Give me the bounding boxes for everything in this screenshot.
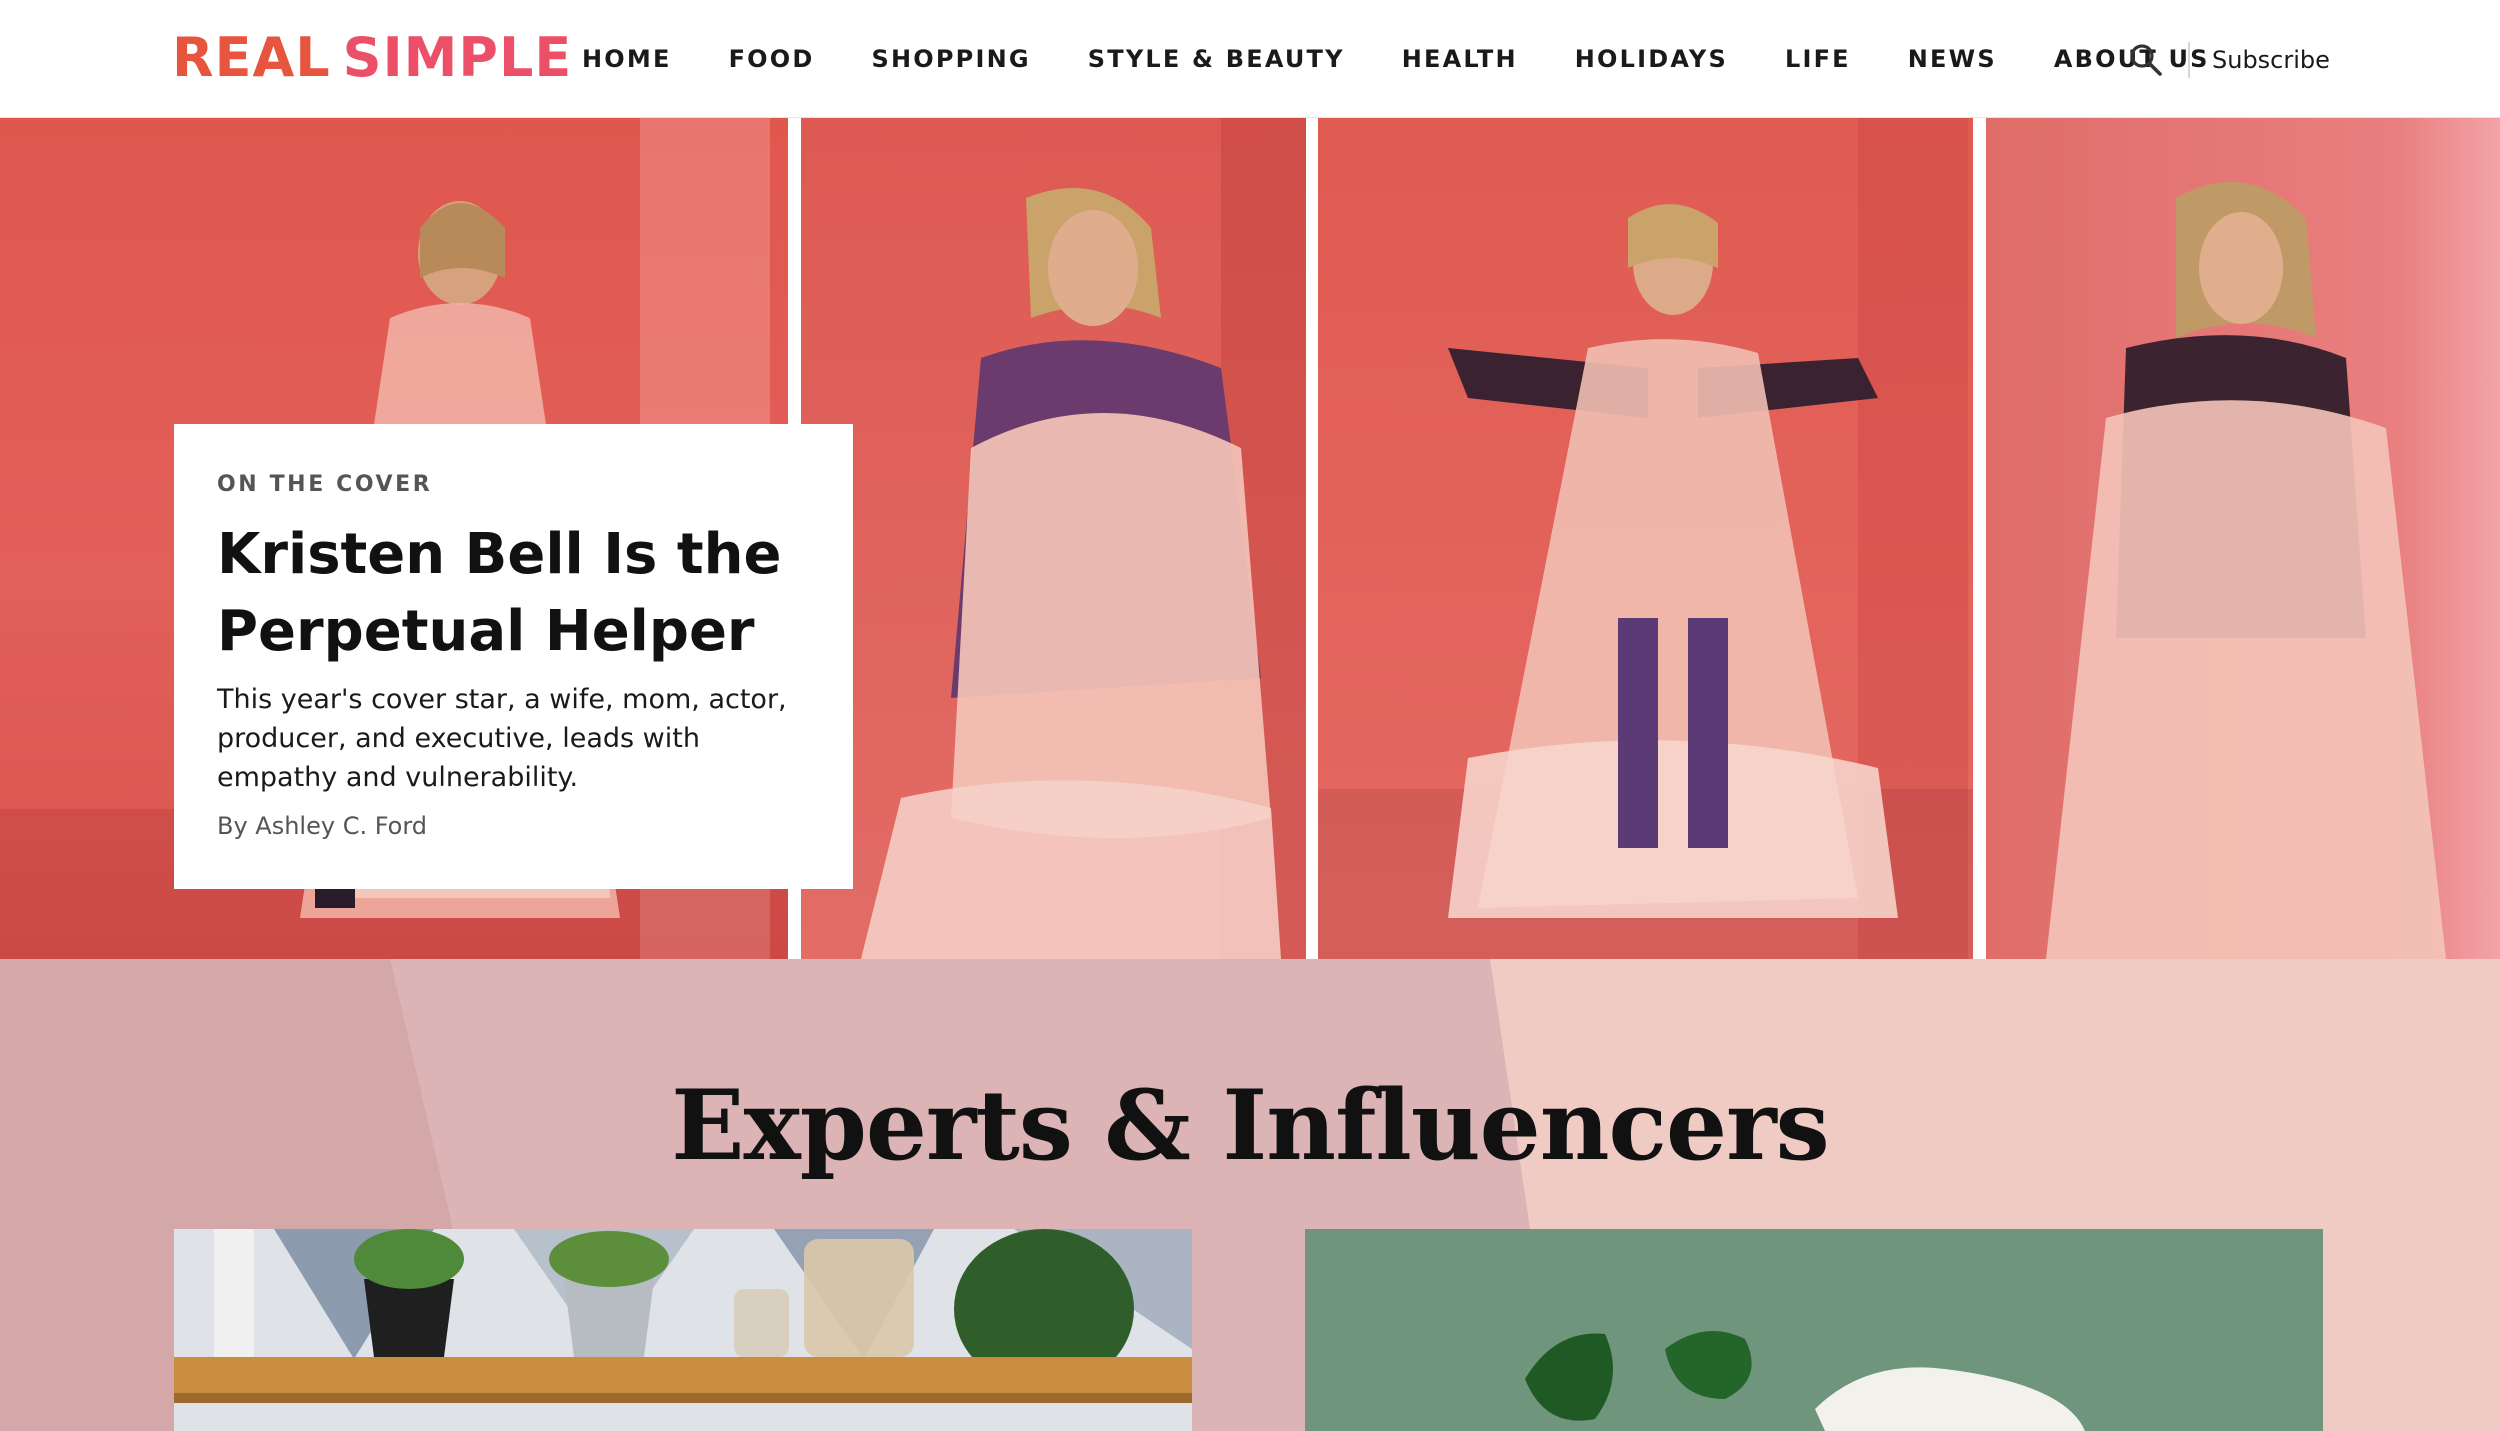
cover-eyebrow: ON THE COVER bbox=[217, 472, 433, 497]
subscribe-link[interactable]: Subscribe bbox=[2212, 42, 2330, 78]
logo-real: REAL bbox=[172, 26, 331, 89]
experts-section: Experts & Influencers bbox=[0, 959, 2500, 1431]
cover-hero: ON THE COVER Kristen Bell Is the Perpetu… bbox=[0, 118, 2500, 959]
real-simple-logo[interactable]: REAL SIMPLE bbox=[172, 28, 572, 88]
experts-heading: Experts & Influencers bbox=[671, 1069, 1829, 1182]
cover-photo-3[interactable] bbox=[1318, 118, 1973, 959]
nav-health[interactable]: HEALTH bbox=[1402, 45, 1518, 73]
header-divider bbox=[2188, 42, 2190, 78]
nav-shopping[interactable]: SHOPPING bbox=[872, 45, 1031, 73]
cover-figure-2 bbox=[861, 188, 1281, 959]
nav-life[interactable]: LIFE bbox=[1785, 45, 1851, 73]
nav-holidays[interactable]: HOLIDAYS bbox=[1575, 45, 1728, 73]
cover-dek: This year's cover star, a wife, mom, act… bbox=[217, 684, 787, 793]
nav-news[interactable]: NEWS bbox=[1908, 45, 1997, 73]
experts-tile-product[interactable] bbox=[1305, 1229, 2323, 1431]
cover-story-card[interactable]: ON THE COVER Kristen Bell Is the Perpetu… bbox=[174, 424, 853, 889]
experts-tile-shelf[interactable] bbox=[174, 1229, 1192, 1431]
nav-style-beauty[interactable]: STYLE & BEAUTY bbox=[1088, 45, 1345, 73]
main-nav: HOME FOOD SHOPPING STYLE & BEAUTY HEALTH… bbox=[582, 0, 2210, 118]
logo-simple: SIMPLE bbox=[342, 26, 573, 89]
shelf-image bbox=[174, 1229, 1192, 1431]
product-image bbox=[1305, 1229, 2323, 1431]
search-icon[interactable] bbox=[2128, 42, 2164, 78]
nav-home[interactable]: HOME bbox=[582, 45, 672, 73]
cover-figure-4 bbox=[2046, 182, 2446, 959]
cover-byline[interactable]: By Ashley C. Ford bbox=[217, 812, 427, 840]
cover-figure-3 bbox=[1448, 204, 1898, 918]
cover-photo-2[interactable] bbox=[801, 118, 1306, 959]
cover-headline[interactable]: Kristen Bell Is the Perpetual Helper bbox=[217, 516, 807, 670]
site-header: REAL SIMPLE HOME FOOD SHOPPING STYLE & BE… bbox=[0, 0, 2500, 118]
cover-photo-4[interactable] bbox=[1986, 118, 2500, 959]
nav-food[interactable]: FOOD bbox=[729, 45, 815, 73]
